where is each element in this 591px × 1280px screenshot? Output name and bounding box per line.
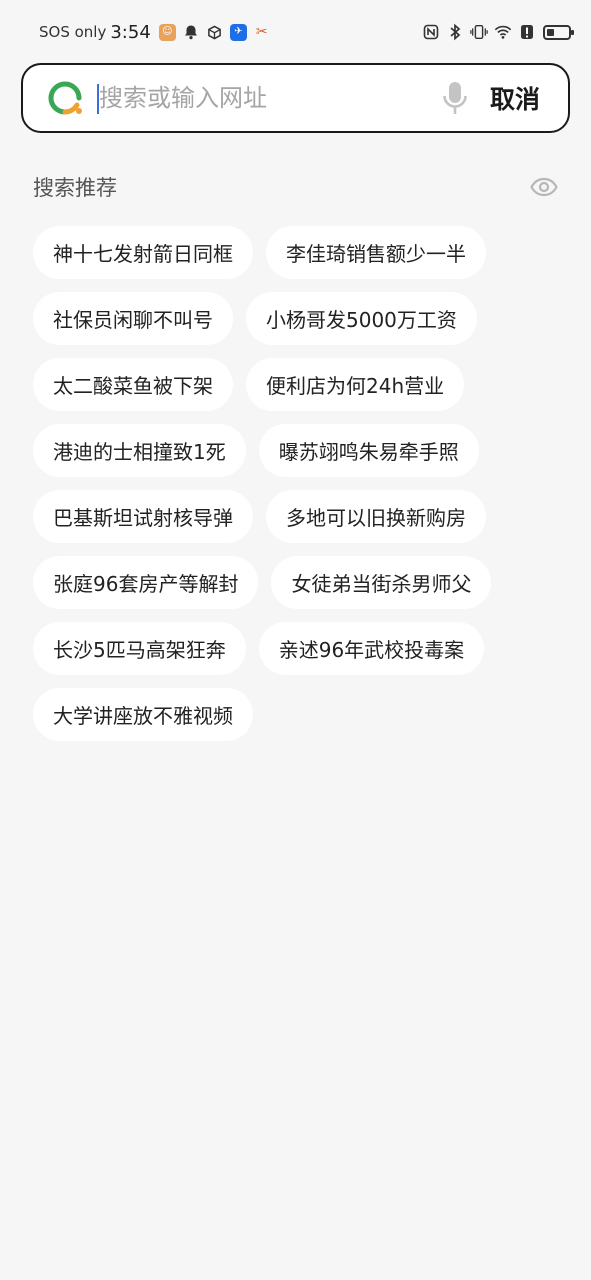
suggestion-chip[interactable]: 港迪的士相撞致1死 xyxy=(33,424,246,477)
suggestion-row: 张庭96套房产等解封 女徒弟当街杀男师父 xyxy=(33,556,558,609)
suggestion-chip[interactable]: 巴基斯坦试射核导弹 xyxy=(33,490,253,543)
clock: 3:54 xyxy=(110,21,151,43)
suggestion-chip[interactable]: 社保员闲聊不叫号 xyxy=(33,292,233,345)
search-input[interactable] xyxy=(99,78,430,118)
running-app-icon: ✂ xyxy=(255,24,268,40)
suggestion-chip[interactable]: 亲述96年武校投毒案 xyxy=(258,622,485,675)
search-engine-logo-icon xyxy=(48,81,82,115)
suggestion-row: 社保员闲聊不叫号 小杨哥发5000万工资 xyxy=(33,292,558,345)
suggestion-row: 神十七发射箭日同框 李佳琦销售额少一半 xyxy=(33,226,558,279)
status-right xyxy=(416,23,574,41)
bird-app-icon: ✈ xyxy=(229,23,247,41)
suggestion-row: 太二酸菜鱼被下架 便利店为何24h营业 xyxy=(33,358,558,411)
suggestion-row: 港迪的士相撞致1死 曝苏翊鸣朱易牵手照 xyxy=(33,424,558,477)
bluetooth-icon xyxy=(446,23,464,41)
suggestions-header: 搜索推荐 xyxy=(33,170,558,204)
carrier-text: SOS only xyxy=(39,23,107,41)
status-left: SOS only 3:54 ☺ ✈ ✂ xyxy=(39,22,277,43)
suggestion-chip[interactable]: 女徒弟当街杀男师父 xyxy=(271,556,492,609)
battery-level xyxy=(547,28,555,36)
suggestion-chip[interactable]: 小杨哥发5000万工资 xyxy=(246,292,477,345)
bell-icon xyxy=(182,23,200,41)
text-cursor xyxy=(97,84,99,114)
cancel-button[interactable]: 取消 xyxy=(490,80,540,116)
suggestion-row: 大学讲座放不雅视频 xyxy=(33,688,558,741)
battery-icon xyxy=(543,24,574,40)
suggestion-row: 巴基斯坦试射核导弹 多地可以旧换新购房 xyxy=(33,490,558,543)
suggestion-chip[interactable]: 长沙5匹马高架狂奔 xyxy=(33,622,246,675)
eye-icon[interactable] xyxy=(530,177,558,197)
app-notification-icon: ☺ xyxy=(158,23,176,41)
vibrate-icon xyxy=(470,23,488,41)
nfc-icon xyxy=(422,23,440,41)
search-bar[interactable]: 取消 xyxy=(21,63,570,133)
signal-alert-icon xyxy=(518,23,536,41)
microphone-icon[interactable] xyxy=(442,81,468,115)
status-bar: SOS only 3:54 ☺ ✈ ✂ xyxy=(0,0,591,64)
suggestion-row: 长沙5匹马高架狂奔 亲述96年武校投毒案 xyxy=(33,622,558,675)
suggestion-chip[interactable]: 多地可以旧换新购房 xyxy=(266,490,486,543)
browser-search-screen: SOS only 3:54 ☺ ✈ ✂ 搜索或输入网址 取消 搜索推荐 神十七发… xyxy=(0,0,591,1280)
wifi-icon xyxy=(494,23,512,41)
suggestion-chip[interactable]: 大学讲座放不雅视频 xyxy=(33,688,253,741)
suggestion-chip[interactable]: 神十七发射箭日同框 xyxy=(33,226,253,279)
suggestion-list: 神十七发射箭日同框 李佳琦销售额少一半 社保员闲聊不叫号 小杨哥发5000万工资… xyxy=(33,226,558,754)
suggestion-chip[interactable]: 张庭96套房产等解封 xyxy=(33,556,259,609)
suggestions-title: 搜索推荐 xyxy=(33,176,117,200)
suggestion-chip[interactable]: 太二酸菜鱼被下架 xyxy=(33,358,233,411)
suggestion-chip[interactable]: 便利店为何24h营业 xyxy=(246,358,465,411)
suggestion-chip[interactable]: 李佳琦销售额少一半 xyxy=(266,226,486,279)
suggestion-chip[interactable]: 曝苏翊鸣朱易牵手照 xyxy=(258,424,479,477)
box-icon xyxy=(206,23,224,41)
